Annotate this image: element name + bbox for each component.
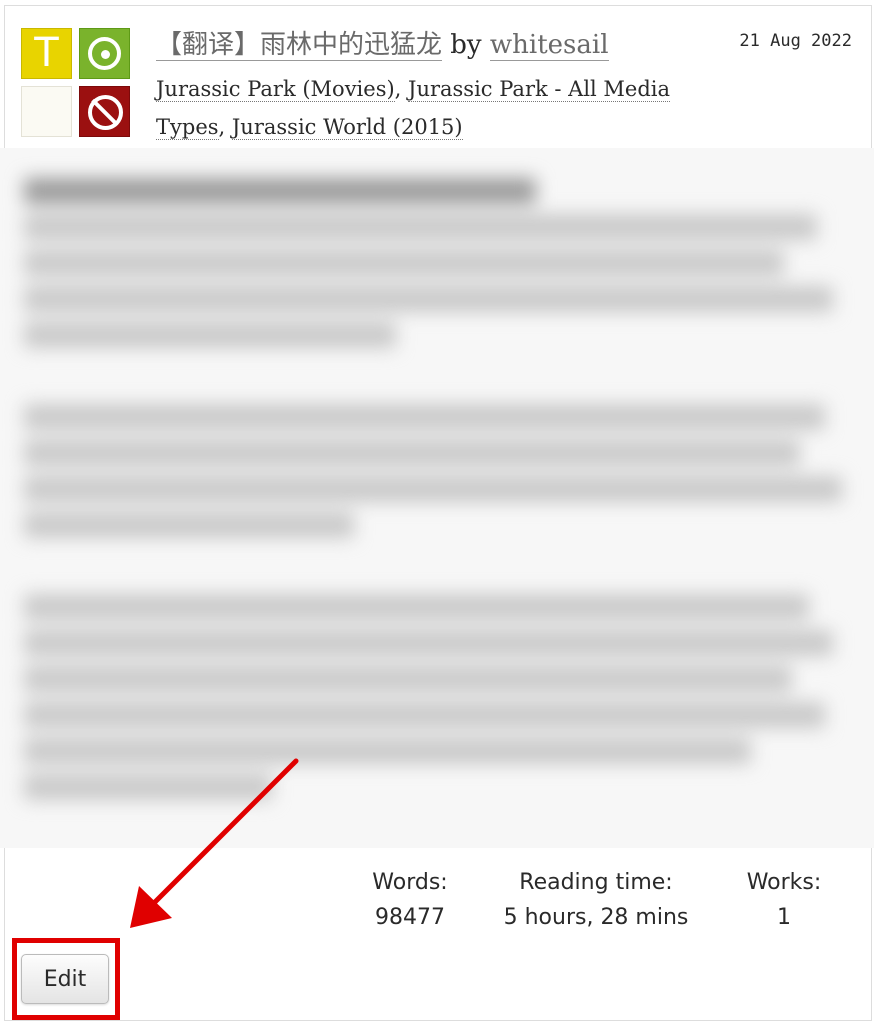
- works-value: 1: [777, 905, 791, 930]
- fandom-separator: ,: [218, 115, 232, 139]
- complete-icon[interactable]: [79, 86, 130, 137]
- reading-time-value: 5 hours, 28 mins: [503, 905, 689, 930]
- work-title-link[interactable]: 【翻译】雨林中的迅猛龙: [156, 30, 443, 61]
- date-posted: 21 Aug 2022: [739, 31, 852, 51]
- reading-time-label: Reading time:: [519, 870, 673, 895]
- fandom-separator: ,: [394, 77, 409, 101]
- required-tags: T: [21, 28, 133, 138]
- warning-icon[interactable]: [21, 86, 72, 137]
- by-label: by: [450, 30, 482, 60]
- stat-works: Works: 1: [736, 866, 832, 936]
- work-heading: 【翻译】雨林中的迅猛龙 by whitesail: [156, 26, 609, 64]
- works-label: Works:: [746, 870, 822, 895]
- rating-letter: T: [34, 30, 59, 76]
- fandom-link[interactable]: Jurassic Park (Movies): [156, 77, 395, 102]
- stat-reading-time: Reading time: 5 hours, 28 mins: [488, 866, 704, 936]
- rating-icon[interactable]: T: [21, 28, 72, 79]
- blurred-summary: [0, 148, 874, 848]
- category-icon[interactable]: [79, 28, 130, 79]
- fandom-link[interactable]: Jurassic World (2015): [231, 115, 463, 140]
- author-link[interactable]: whitesail: [489, 30, 609, 61]
- fandom-list: Jurassic Park (Movies), Jurassic Park - …: [156, 70, 716, 146]
- words-value: 98477: [375, 905, 445, 930]
- annotation-highlight-box: [12, 938, 120, 1020]
- stat-words: Words: 98477: [360, 866, 460, 936]
- words-label: Words:: [372, 870, 448, 895]
